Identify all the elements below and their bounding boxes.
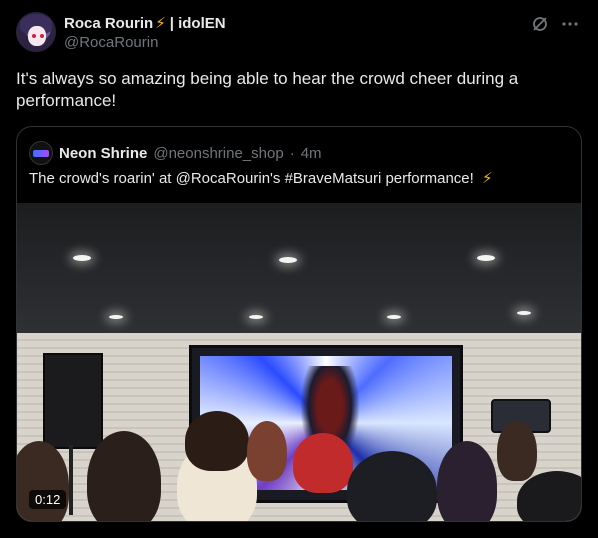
quote-author-handle[interactable]: @neonshrine_shop bbox=[153, 145, 283, 162]
lightning-icon: ⚡ bbox=[155, 15, 166, 32]
author-name-row[interactable]: Roca Rourin ⚡ | idolEN bbox=[64, 13, 226, 33]
quote-header: Neon Shrine @neonshrine_shop · 4m bbox=[29, 141, 322, 165]
author-name[interactable]: Roca Rourin bbox=[64, 15, 153, 32]
video-duration-badge: 0:12 bbox=[29, 490, 67, 509]
tweet-text: It's always so amazing being able to hea… bbox=[16, 69, 519, 110]
video-player[interactable]: 0:12 bbox=[17, 203, 581, 521]
quote-text-row: The crowd's roarin' at @RocaRourin's #Br… bbox=[29, 169, 493, 187]
avatar-eye bbox=[40, 34, 44, 38]
author-avatar[interactable] bbox=[16, 12, 56, 52]
video-scene-crowd bbox=[17, 411, 581, 521]
quote-timestamp[interactable]: 4m bbox=[301, 145, 322, 162]
video-scene-ceiling bbox=[17, 203, 581, 333]
lightning-icon: ⚡ bbox=[482, 170, 493, 187]
quote-author-name[interactable]: Neon Shrine bbox=[59, 145, 147, 162]
more-icon[interactable] bbox=[560, 14, 580, 34]
header-actions bbox=[530, 14, 580, 34]
quote-separator: · bbox=[289, 144, 295, 162]
quote-avatar[interactable] bbox=[29, 141, 53, 165]
grok-icon[interactable] bbox=[530, 14, 550, 34]
avatar-eye bbox=[32, 34, 36, 38]
quote-text: The crowd's roarin' at @RocaRourin's #Br… bbox=[29, 170, 474, 187]
quoted-tweet[interactable]: Neon Shrine @neonshrine_shop · 4m The cr… bbox=[16, 126, 582, 522]
author-affiliation: | idolEN bbox=[169, 14, 226, 32]
author-handle[interactable]: @RocaRourin bbox=[64, 34, 158, 51]
